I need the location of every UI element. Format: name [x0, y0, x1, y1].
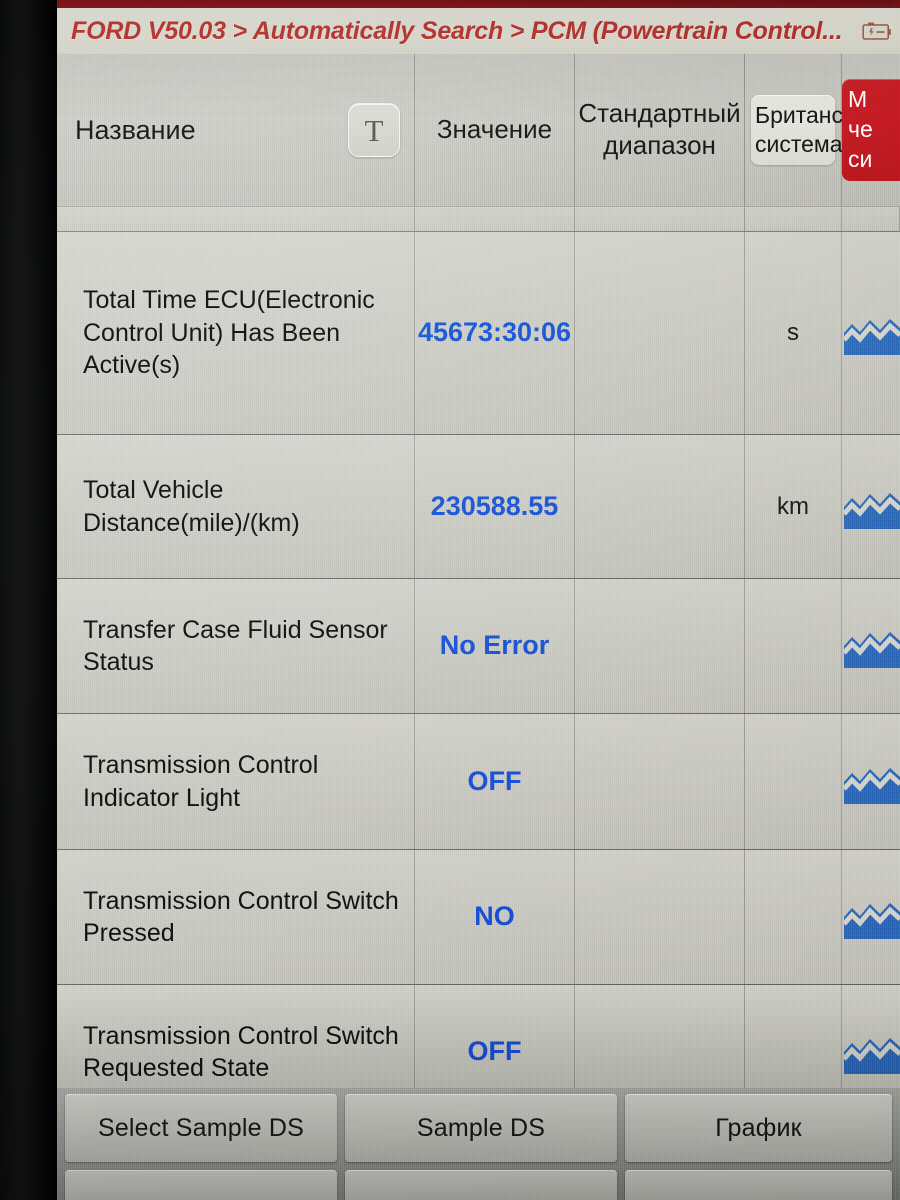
parameter-range: [575, 232, 745, 434]
parameter-name: Transfer Case Fluid Sensor Status: [57, 579, 415, 713]
parameter-name: Total Time ECU(Electronic Control Unit) …: [57, 232, 415, 434]
waveform-chart-icon[interactable]: [842, 850, 900, 984]
column-header-range[interactable]: Стандартный диапазон: [575, 54, 745, 206]
parameter-range: [575, 714, 745, 849]
device-bezel: [0, 0, 57, 1200]
table-row[interactable]: Transfer Case Fluid Sensor Status No Err…: [57, 579, 900, 714]
column-header-range-label: Стандартный диапазон: [578, 98, 741, 160]
parameter-value: OFF: [415, 714, 575, 849]
parameter-british-unit: [745, 714, 842, 849]
column-header-british-system[interactable]: Британская система: [745, 54, 879, 206]
titlebar: FORD V50.03 > Automatically Search > PCM…: [57, 8, 900, 54]
spacer-cell-value: [415, 207, 575, 231]
parameter-range: [575, 579, 745, 713]
waveform-chart-icon[interactable]: [842, 579, 900, 713]
device-photo: FORD V50.03 > Automatically Search > PCM…: [0, 0, 900, 1200]
parameter-range: [575, 435, 745, 578]
secondary-button-3[interactable]: [625, 1170, 892, 1200]
text-size-icon[interactable]: T: [348, 103, 400, 157]
graph-button[interactable]: График: [625, 1094, 892, 1162]
column-header-name[interactable]: Название T: [57, 54, 415, 206]
spacer-cell-metric: [842, 207, 900, 231]
parameters-table: Название T Значение Стандартный диапазон…: [57, 54, 900, 1120]
parameter-value: No Error: [415, 579, 575, 713]
diagnostic-screen: FORD V50.03 > Automatically Search > PCM…: [57, 0, 900, 1200]
spacer-cell-name: [57, 207, 415, 231]
parameter-british-unit: km: [745, 435, 842, 578]
parameter-british-unit: [745, 850, 842, 984]
parameter-value: 230588.55: [415, 435, 575, 578]
waveform-chart-icon[interactable]: [842, 435, 900, 578]
bottom-button-bar: Select Sample DS Sample DS График: [57, 1088, 900, 1200]
table-row[interactable]: Total Time ECU(Electronic Control Unit) …: [57, 232, 900, 435]
secondary-button-1[interactable]: [65, 1170, 337, 1200]
column-header-value[interactable]: Значение: [415, 54, 575, 206]
table-spacer-row: [57, 206, 900, 232]
parameter-british-unit: [745, 579, 842, 713]
parameter-value: 45673:30:06: [415, 232, 575, 434]
table-header-row: Название T Значение Стандартный диапазон…: [57, 54, 900, 206]
column-header-value-label: Значение: [436, 114, 553, 145]
column-header-name-label: Название: [75, 114, 196, 145]
column-header-metric-system-label: М че си: [842, 79, 900, 181]
sample-ds-button[interactable]: Sample DS: [345, 1094, 617, 1162]
parameter-value: NO: [415, 850, 575, 984]
secondary-button-2[interactable]: [345, 1170, 617, 1200]
waveform-chart-icon[interactable]: [842, 232, 900, 434]
battery-icon: [858, 20, 900, 42]
spacer-cell-range: [575, 207, 745, 231]
column-header-metric-system[interactable]: М че си: [842, 54, 900, 206]
select-sample-ds-button[interactable]: Select Sample DS: [65, 1094, 337, 1162]
top-accent-strip: [57, 0, 900, 8]
table-row[interactable]: Transmission Control Switch Pressed NO: [57, 850, 900, 985]
parameter-name: Transmission Control Switch Pressed: [57, 850, 415, 984]
table-row[interactable]: Total Vehicle Distance(mile)/(km) 230588…: [57, 435, 900, 579]
parameter-name: Transmission Control Indicator Light: [57, 714, 415, 849]
parameter-british-unit: s: [745, 232, 842, 434]
parameter-name: Total Vehicle Distance(mile)/(km): [57, 435, 415, 578]
spacer-cell-brit: [745, 207, 842, 231]
button-row-primary: Select Sample DS Sample DS График: [57, 1094, 900, 1170]
table-row[interactable]: Transmission Control Indicator Light OFF: [57, 714, 900, 850]
text-size-icon-glyph: T: [364, 112, 384, 148]
parameter-range: [575, 850, 745, 984]
button-row-secondary: [57, 1170, 900, 1200]
breadcrumb[interactable]: FORD V50.03 > Automatically Search > PCM…: [57, 17, 858, 46]
column-header-british-system-label: Британская система: [751, 95, 879, 165]
waveform-chart-icon[interactable]: [842, 714, 900, 849]
